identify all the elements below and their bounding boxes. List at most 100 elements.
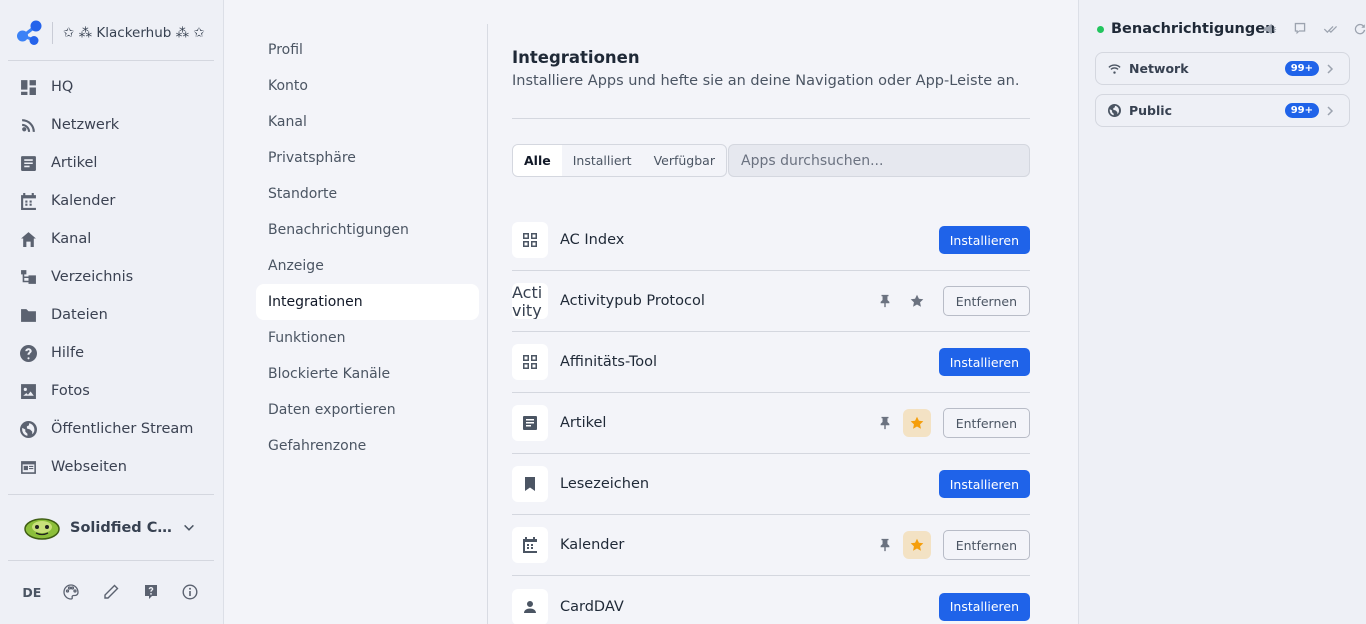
divider xyxy=(512,118,1030,119)
star-button[interactable] xyxy=(902,531,931,559)
profile-switcher[interactable]: Solidfied Cha... xyxy=(8,508,214,548)
nav-item-stream[interactable]: Öffentlicher Stream xyxy=(8,410,214,448)
pin-button[interactable] xyxy=(871,287,899,315)
app-list: AC Index Installieren Activitypub Protoc… xyxy=(512,210,1030,624)
refresh-icon xyxy=(1354,23,1366,35)
app-icon xyxy=(512,344,548,380)
page-title: Integrationen xyxy=(512,48,640,67)
notifications-title: Benachrichtigungen xyxy=(1111,21,1276,37)
main-nav: HQ Netzwerk Artikel Kalender Kanal Verze… xyxy=(8,68,214,486)
notifications-header: Benachrichtigungen xyxy=(1097,18,1275,40)
help-button[interactable] xyxy=(137,578,165,606)
filter-tab-alle[interactable]: Alle xyxy=(513,145,562,176)
integrations-panel: Integrationen Installiere Apps und hefte… xyxy=(512,48,1030,624)
nav-label: Dateien xyxy=(51,307,108,323)
notification-card-network[interactable]: Network 99+ xyxy=(1095,52,1350,85)
star-button[interactable] xyxy=(903,287,931,315)
settings-item-blockierte-kanaele[interactable]: Blockierte Kanäle xyxy=(256,356,479,392)
install-button[interactable]: Installieren xyxy=(938,592,1030,621)
app-row: Lesezeichen Installieren xyxy=(512,454,1030,515)
settings-item-funktionen[interactable]: Funktionen xyxy=(256,320,479,356)
nav-label: Hilfe xyxy=(51,345,84,361)
megaphone-icon xyxy=(1263,23,1277,35)
nav-label: Fotos xyxy=(51,383,90,399)
settings-item-integrationen[interactable]: Integrationen xyxy=(256,284,479,320)
settings-item-standorte[interactable]: Standorte xyxy=(256,176,479,212)
filter-tab-installiert[interactable]: Installiert xyxy=(562,145,643,176)
chevron-right-icon xyxy=(1327,105,1334,116)
page-subtitle: Installiere Apps und hefte sie an deine … xyxy=(512,73,1020,89)
app-search-input[interactable] xyxy=(728,144,1030,177)
brand[interactable]: ✩ ⁂ Klackerhub ⁂ ✩ xyxy=(16,18,205,48)
nav-item-dateien[interactable]: Dateien xyxy=(8,296,214,334)
nav-item-kalender[interactable]: Kalender xyxy=(8,182,214,220)
nav-item-artikel[interactable]: Artikel xyxy=(8,144,214,182)
app-name: Lesezeichen xyxy=(560,476,650,492)
nav-label: Öffentlicher Stream xyxy=(51,421,194,437)
star-button[interactable] xyxy=(902,409,931,437)
settings-item-daten-exportieren[interactable]: Daten exportieren xyxy=(256,392,479,428)
filter-tab-verfuegbar[interactable]: Verfügbar xyxy=(643,145,726,176)
globe-icon xyxy=(20,420,37,438)
remove-button[interactable]: Entfernen xyxy=(942,286,1030,316)
refresh-button[interactable] xyxy=(1345,19,1366,39)
settings-item-profil[interactable]: Profil xyxy=(256,32,479,68)
pin-button[interactable] xyxy=(871,409,899,437)
settings-item-anzeige[interactable]: Anzeige xyxy=(256,248,479,284)
app-name: Artikel xyxy=(560,415,607,431)
divider xyxy=(8,560,214,561)
pin-icon xyxy=(880,294,890,308)
app-row: Activitypub Protocol Activitypub Protoco… xyxy=(512,271,1030,332)
nav-item-netzwerk[interactable]: Netzwerk xyxy=(8,106,214,144)
toggle-sound-button[interactable] xyxy=(1255,19,1285,39)
app-row: Kalender Entfernen xyxy=(512,515,1030,576)
avatar xyxy=(24,518,60,540)
settings-item-privatsphaere[interactable]: Privatsphäre xyxy=(256,140,479,176)
nav-label: Kalender xyxy=(51,193,116,209)
app-icon xyxy=(512,222,548,258)
remove-button[interactable]: Entfernen xyxy=(942,408,1030,438)
nav-label: Kanal xyxy=(51,231,92,247)
edit-button[interactable] xyxy=(97,578,125,606)
notifications-panel: Benachrichtigungen Network 99+ Public 99… xyxy=(1078,0,1366,624)
mark-all-read-button[interactable] xyxy=(1315,19,1345,39)
divider xyxy=(8,494,214,495)
language-button[interactable]: DE xyxy=(18,578,46,606)
install-button[interactable]: Installieren xyxy=(938,226,1030,254)
broken-image-alt-text: Activitypub Protocol xyxy=(512,283,543,320)
count-badge: 99+ xyxy=(1284,61,1319,76)
nav-item-kanal[interactable]: Kanal xyxy=(8,220,214,258)
app-icon xyxy=(512,527,548,563)
install-button[interactable]: Installieren xyxy=(938,348,1030,376)
settings-item-kanal[interactable]: Kanal xyxy=(256,104,479,140)
help-bubble-icon xyxy=(144,585,157,599)
calendar-icon xyxy=(21,192,36,210)
left-sidebar: ✩ ⁂ Klackerhub ⁂ ✩ HQ Netzwerk Artikel K… xyxy=(0,0,224,624)
browser-icon xyxy=(21,460,36,474)
notification-card-public[interactable]: Public 99+ xyxy=(1095,94,1350,127)
palette-icon xyxy=(63,584,80,600)
info-button[interactable] xyxy=(176,578,204,606)
settings-menu: Profil Konto Kanal Privatsphäre Standort… xyxy=(256,32,479,464)
notification-card-label: Public xyxy=(1129,103,1172,118)
remove-button[interactable]: Entfernen xyxy=(942,530,1030,560)
app-icon xyxy=(512,405,548,441)
settings-item-gefahrenzone[interactable]: Gefahrenzone xyxy=(256,428,479,464)
nav-label: Webseiten xyxy=(51,459,127,475)
settings-item-konto[interactable]: Konto xyxy=(256,68,479,104)
nav-label: HQ xyxy=(51,79,74,95)
app-name: Affinitäts-Tool xyxy=(560,354,658,370)
install-button[interactable]: Installieren xyxy=(938,470,1030,498)
nav-item-webseiten[interactable]: Webseiten xyxy=(8,448,214,486)
person-icon xyxy=(524,600,536,613)
pin-button[interactable] xyxy=(871,531,899,559)
calendar-icon xyxy=(523,537,537,553)
theme-button[interactable] xyxy=(57,578,85,606)
settings-item-benachrichtigungen[interactable]: Benachrichtigungen xyxy=(256,212,479,248)
show-unseen-button[interactable] xyxy=(1285,19,1315,39)
footer-toolbar: DE xyxy=(8,578,214,606)
nav-item-hq[interactable]: HQ xyxy=(8,68,214,106)
nav-item-verzeichnis[interactable]: Verzeichnis xyxy=(8,258,214,296)
nav-item-hilfe[interactable]: Hilfe xyxy=(8,334,214,372)
nav-item-fotos[interactable]: Fotos xyxy=(8,372,214,410)
